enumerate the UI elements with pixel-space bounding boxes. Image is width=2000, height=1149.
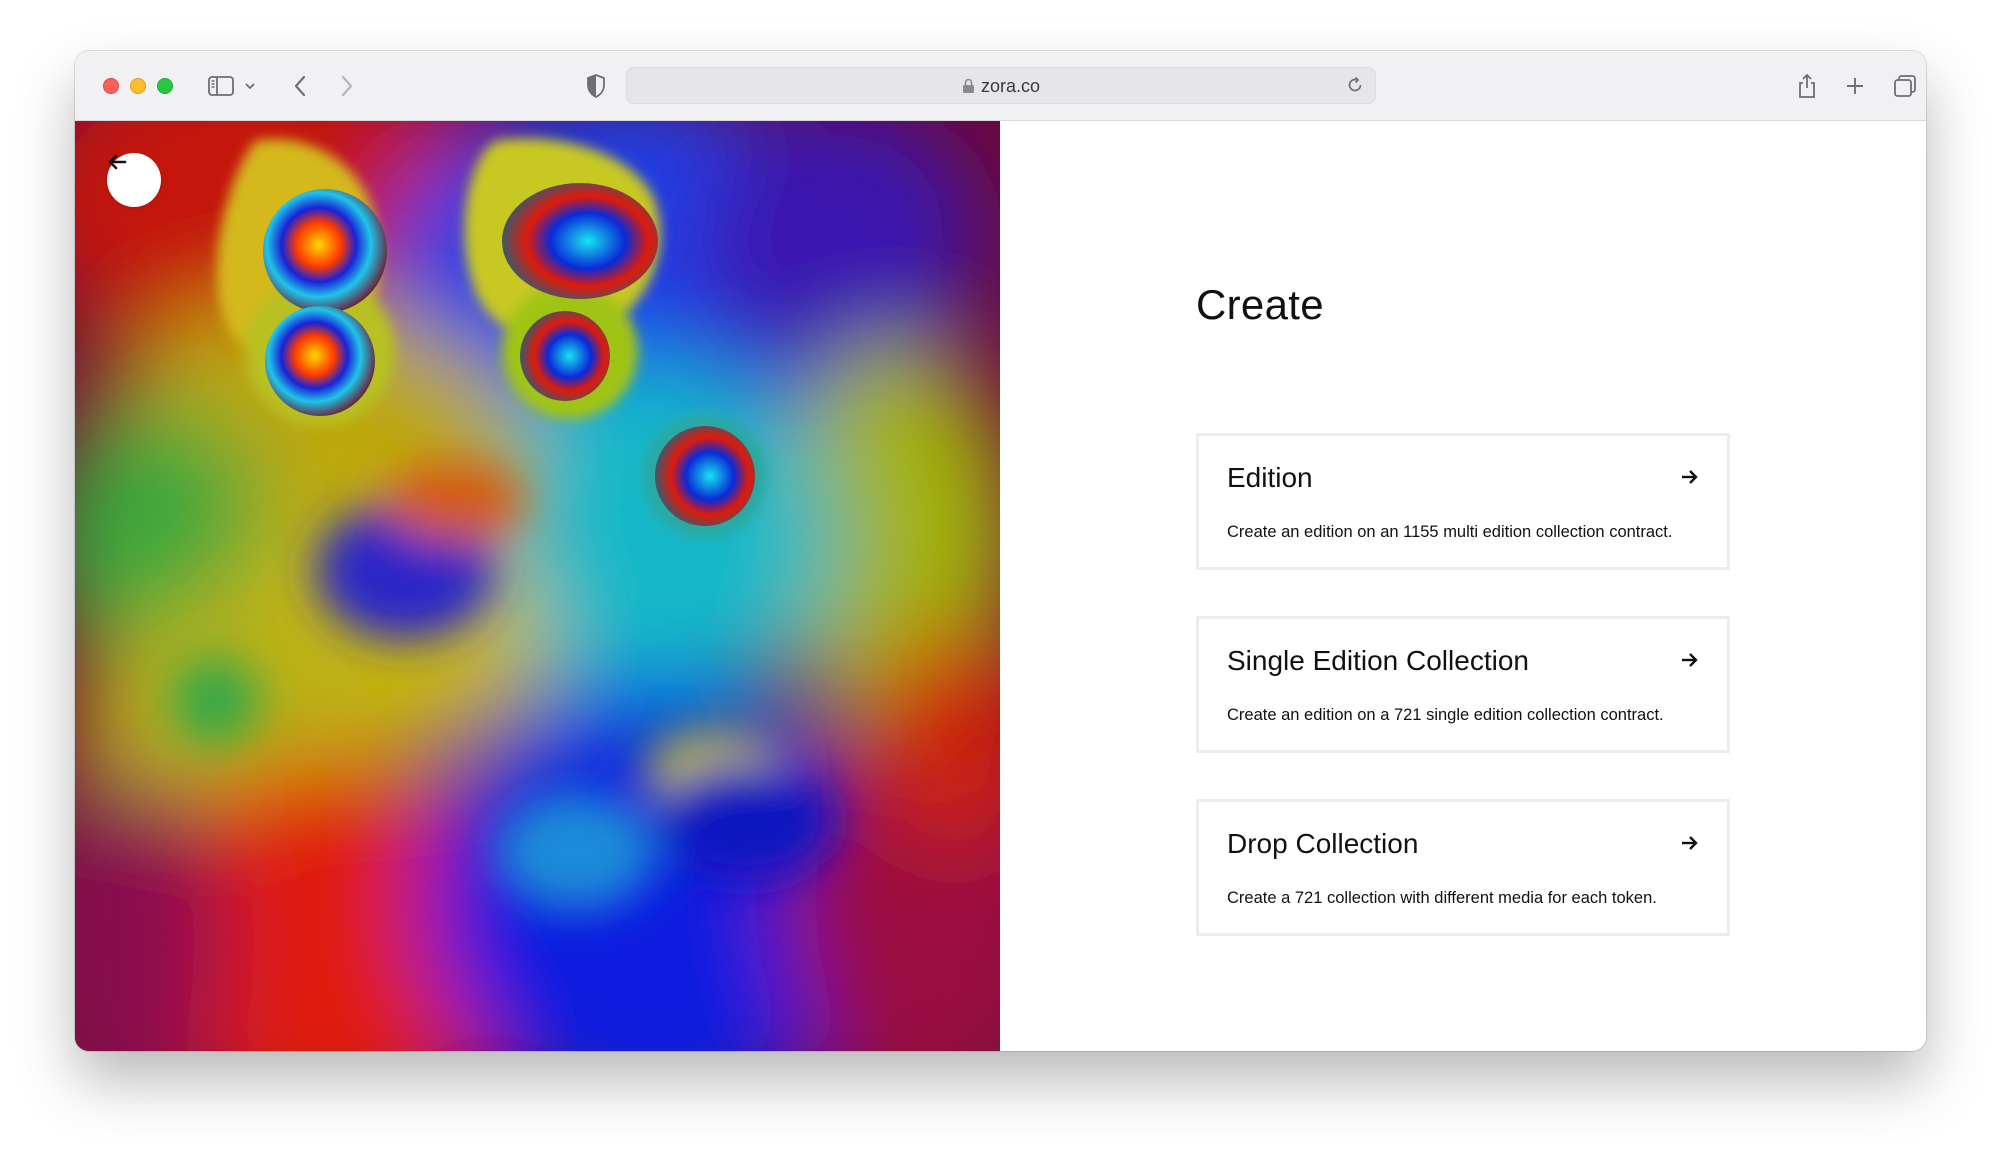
- shield-icon[interactable]: [581, 71, 611, 101]
- option-description: Create an edition on a 721 single editio…: [1227, 706, 1664, 724]
- artwork-panel: [75, 121, 1000, 1051]
- arrow-right-icon: [1681, 835, 1699, 856]
- arrow-right-icon: [1681, 469, 1699, 490]
- close-window-button[interactable]: [103, 78, 119, 94]
- address-bar[interactable]: zora.co: [626, 67, 1376, 104]
- url-text: zora.co: [981, 76, 1041, 96]
- share-icon[interactable]: [1792, 71, 1822, 101]
- plus-icon[interactable]: [1840, 71, 1870, 101]
- create-panel: Create Edition Create an edition on an 1…: [1000, 121, 1926, 1051]
- reload-icon[interactable]: [1345, 75, 1365, 100]
- arrow-right-icon: [1681, 652, 1699, 673]
- tabs-overview-icon[interactable]: [1890, 71, 1920, 101]
- chevron-down-icon[interactable]: [242, 71, 258, 101]
- gradient-artwork: [75, 121, 1000, 1051]
- chevron-right-icon[interactable]: [332, 71, 362, 101]
- zoom-window-button[interactable]: [157, 78, 173, 94]
- minimize-window-button[interactable]: [130, 78, 146, 94]
- sidebar-icon[interactable]: [206, 71, 236, 101]
- chevron-left-icon[interactable]: [285, 71, 315, 101]
- option-title: Single Edition Collection: [1227, 645, 1529, 676]
- lock-icon: [962, 78, 975, 99]
- option-description: Create an edition on an 1155 multi editi…: [1227, 523, 1673, 541]
- option-title: Edition: [1227, 462, 1313, 493]
- browser-window: zora.co Create Edition Create an edition…: [75, 51, 1926, 1051]
- back-button[interactable]: [107, 153, 161, 207]
- option-card-drop-collection[interactable]: Drop Collection Create a 721 collection …: [1196, 799, 1730, 936]
- browser-toolbar: zora.co: [75, 51, 1926, 121]
- option-title: Drop Collection: [1227, 828, 1419, 859]
- option-description: Create a 721 collection with different m…: [1227, 889, 1657, 907]
- option-card-edition[interactable]: Edition Create an edition on an 1155 mul…: [1196, 433, 1730, 570]
- option-card-single-edition-collection[interactable]: Single Edition Collection Create an edit…: [1196, 616, 1730, 753]
- page-title: Create: [1196, 281, 1324, 328]
